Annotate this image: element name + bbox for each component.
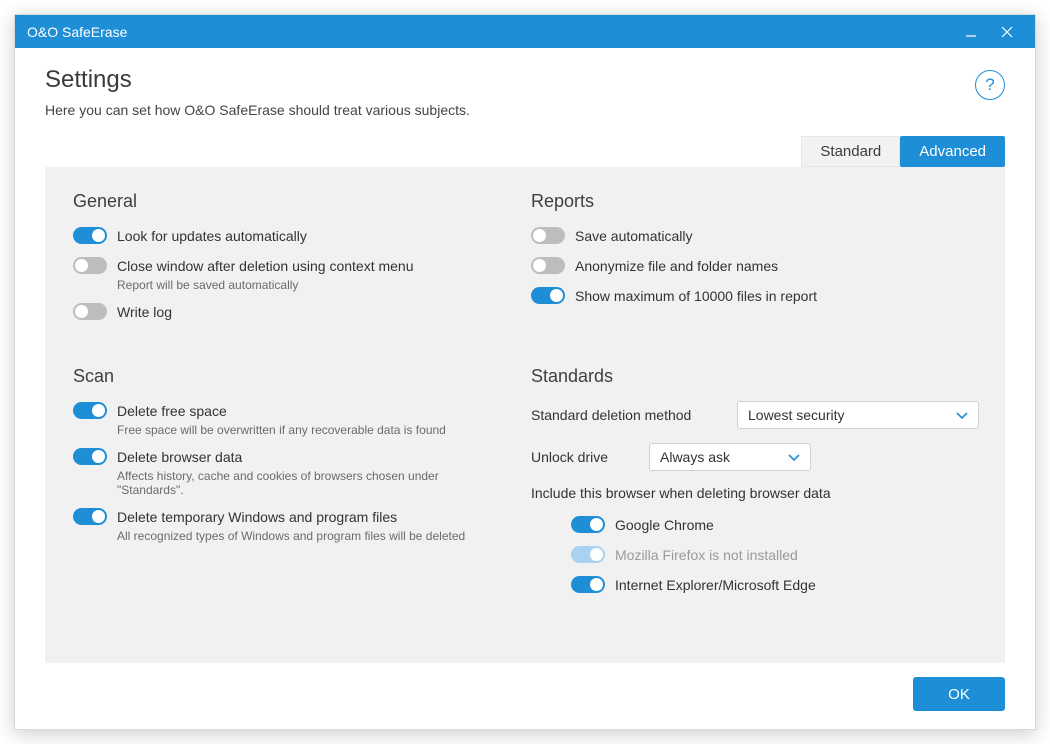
chevron-down-icon xyxy=(788,449,800,465)
opt-maxfiles-label: Show maximum of 10000 files in report xyxy=(575,286,817,306)
include-note: Include this browser when deleting brows… xyxy=(531,485,979,501)
row-unlock: Unlock drive Always ask xyxy=(531,443,979,471)
opt-updates-label: Look for updates automatically xyxy=(117,226,307,246)
opt-maxfiles: Show maximum of 10000 files in report xyxy=(531,286,979,306)
row-method: Standard deletion method Lowest security xyxy=(531,401,979,429)
opt-writelog-label: Write log xyxy=(117,302,172,322)
opt-edge: Internet Explorer/Microsoft Edge xyxy=(571,575,979,595)
opt-updates: Look for updates automatically xyxy=(73,226,507,246)
section-standards-title: Standards xyxy=(531,366,979,387)
unlock-select[interactable]: Always ask xyxy=(649,443,811,471)
page-title: Settings xyxy=(45,66,975,94)
tab-advanced[interactable]: Advanced xyxy=(900,136,1005,167)
opt-tempfiles-label: Delete temporary Windows and program fil… xyxy=(117,507,465,527)
opt-closewin: Close window after deletion using contex… xyxy=(73,256,507,292)
section-scan-title: Scan xyxy=(73,366,507,387)
help-button[interactable]: ? xyxy=(975,70,1005,100)
app-window: O&O SafeErase Settings Here you can set … xyxy=(14,14,1036,730)
toggle-browserdata[interactable] xyxy=(73,448,107,465)
opt-firefox: Mozilla Firefox is not installed xyxy=(571,545,979,565)
toggle-closewin[interactable] xyxy=(73,257,107,274)
opt-save-auto-label: Save automatically xyxy=(575,226,693,246)
toggle-edge[interactable] xyxy=(571,576,605,593)
opt-anonymize: Anonymize file and folder names xyxy=(531,256,979,276)
settings-panel: General Look for updates automatically C… xyxy=(45,167,1005,663)
opt-edge-label: Internet Explorer/Microsoft Edge xyxy=(615,575,816,595)
content-area: Settings Here you can set how O&O SafeEr… xyxy=(15,48,1035,729)
opt-chrome: Google Chrome xyxy=(571,515,979,535)
toggle-save-auto[interactable] xyxy=(531,227,565,244)
chevron-down-icon xyxy=(956,407,968,423)
method-label: Standard deletion method xyxy=(531,407,719,423)
close-icon xyxy=(1001,26,1013,38)
toggle-updates[interactable] xyxy=(73,227,107,244)
opt-freespace: Delete free space Free space will be ove… xyxy=(73,401,507,437)
toggle-anonymize[interactable] xyxy=(531,257,565,274)
section-standards: Standards Standard deletion method Lowes… xyxy=(531,366,979,605)
opt-freespace-desc: Free space will be overwritten if any re… xyxy=(117,423,446,437)
method-select[interactable]: Lowest security xyxy=(737,401,979,429)
section-scan: Scan Delete free space Free space will b… xyxy=(73,366,507,605)
minimize-button[interactable] xyxy=(953,15,989,48)
help-icon: ? xyxy=(985,75,994,95)
opt-tempfiles-desc: All recognized types of Windows and prog… xyxy=(117,529,465,543)
opt-writelog: Write log xyxy=(73,302,507,322)
opt-closewin-desc: Report will be saved automatically xyxy=(117,278,414,292)
opt-freespace-label: Delete free space xyxy=(117,401,446,421)
ok-button[interactable]: OK xyxy=(913,677,1005,711)
section-general: General Look for updates automatically C… xyxy=(73,191,507,332)
opt-anonymize-label: Anonymize file and folder names xyxy=(575,256,778,276)
toggle-firefox xyxy=(571,546,605,563)
section-general-title: General xyxy=(73,191,507,212)
window-title: O&O SafeErase xyxy=(27,24,953,40)
opt-browserdata-label: Delete browser data xyxy=(117,447,507,467)
header-row: Settings Here you can set how O&O SafeEr… xyxy=(45,66,1005,118)
opt-chrome-label: Google Chrome xyxy=(615,515,714,535)
opt-closewin-label: Close window after deletion using contex… xyxy=(117,256,414,276)
section-reports: Reports Save automatically Anonymize fil… xyxy=(531,191,979,332)
titlebar: O&O SafeErase xyxy=(15,15,1035,48)
toggle-freespace[interactable] xyxy=(73,402,107,419)
minimize-icon xyxy=(965,26,977,38)
opt-save-auto: Save automatically xyxy=(531,226,979,246)
tab-standard[interactable]: Standard xyxy=(801,136,900,167)
toggle-writelog[interactable] xyxy=(73,303,107,320)
unlock-value: Always ask xyxy=(660,449,730,465)
section-reports-title: Reports xyxy=(531,191,979,212)
method-value: Lowest security xyxy=(748,407,844,423)
toggle-tempfiles[interactable] xyxy=(73,508,107,525)
opt-browserdata-desc: Affects history, cache and cookies of br… xyxy=(117,469,507,497)
close-button[interactable] xyxy=(989,15,1025,48)
header-left: Settings Here you can set how O&O SafeEr… xyxy=(45,66,975,118)
toggle-chrome[interactable] xyxy=(571,516,605,533)
footer: OK xyxy=(45,663,1005,711)
opt-firefox-label: Mozilla Firefox is not installed xyxy=(615,545,798,565)
opt-tempfiles: Delete temporary Windows and program fil… xyxy=(73,507,507,543)
page-subtitle: Here you can set how O&O SafeErase shoul… xyxy=(45,102,975,118)
tabs: Standard Advanced xyxy=(45,136,1005,167)
unlock-label: Unlock drive xyxy=(531,449,631,465)
opt-browserdata: Delete browser data Affects history, cac… xyxy=(73,447,507,497)
toggle-maxfiles[interactable] xyxy=(531,287,565,304)
